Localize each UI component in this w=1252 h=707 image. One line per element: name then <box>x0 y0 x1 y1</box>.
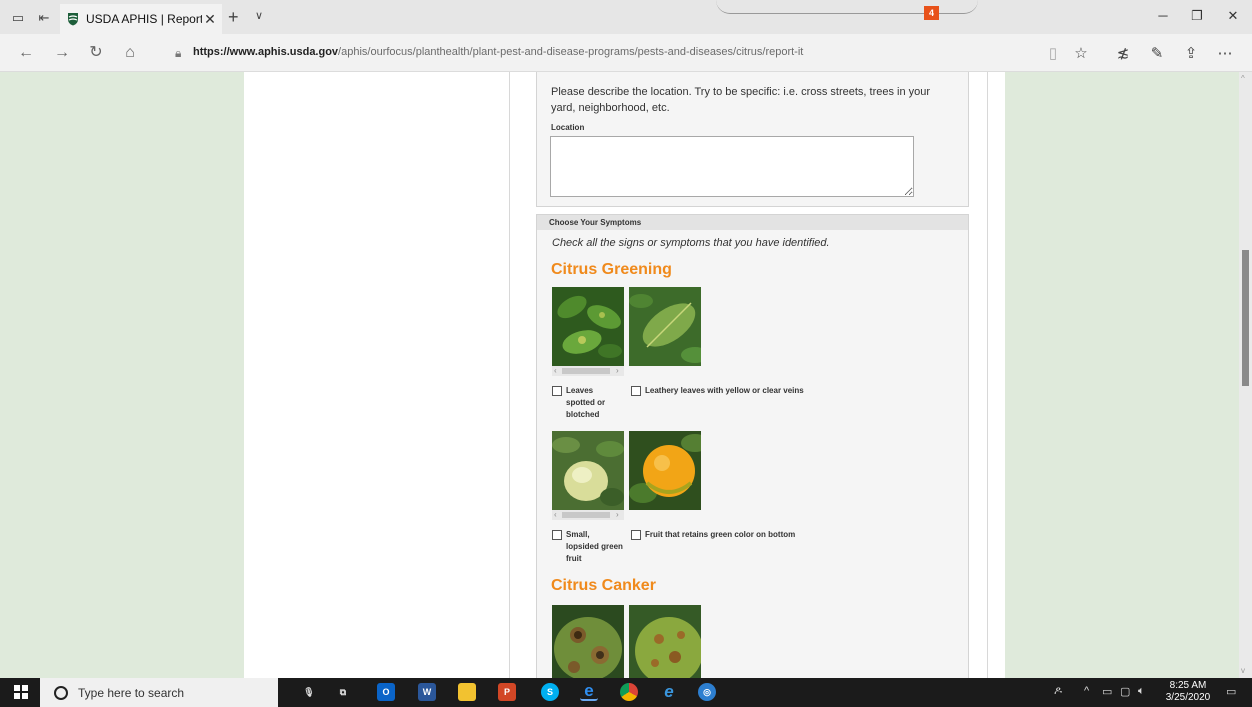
column-divider <box>509 72 510 678</box>
taskbar-search[interactable]: Type here to search <box>40 678 278 707</box>
checkbox[interactable] <box>552 530 562 540</box>
file-explorer-icon[interactable] <box>458 683 476 701</box>
url-path: /aphis/ourfocus/planthealth/plant-pest-a… <box>338 46 804 58</box>
cortana-icon <box>54 685 68 700</box>
checkbox[interactable] <box>552 386 562 396</box>
option-label: Small, lopsided green fruit <box>566 530 623 563</box>
outlook-icon[interactable]: O <box>377 683 395 701</box>
section-title-citrus-canker: Citrus Canker <box>551 577 656 594</box>
web-note-icon[interactable]: ✎ <box>1146 44 1168 62</box>
checkbox[interactable] <box>631 386 641 396</box>
favorites-hub-icon[interactable]: ≴ <box>1112 44 1134 62</box>
battery-icon[interactable]: ▭ <box>1102 685 1112 698</box>
scrollbar-thumb[interactable] <box>1242 250 1249 386</box>
clock-date: 3/25/2020 <box>1165 692 1211 703</box>
reading-view-icon[interactable]: ▯ <box>1042 44 1064 62</box>
option-leaves-spotted[interactable]: Leaves spotted or blotched <box>552 385 624 421</box>
notification-badge[interactable]: 4 <box>924 6 939 20</box>
app-icon[interactable]: ◎ <box>698 683 716 701</box>
new-tab-button[interactable]: + <box>228 8 239 26</box>
lock-icon: 🔒︎ <box>175 46 182 60</box>
powerpoint-icon[interactable]: P <box>498 683 516 701</box>
edge-icon[interactable]: e <box>580 681 598 701</box>
clock-time: 8:25 AM <box>1169 680 1207 691</box>
skype-icon[interactable]: S <box>541 683 559 701</box>
symptoms-instructions: Check all the signs or symptoms that you… <box>552 237 830 249</box>
option-leathery-leaves[interactable]: Leathery leaves with yellow or clear vei… <box>631 385 951 397</box>
checkbox[interactable] <box>631 530 641 540</box>
browser-tab-bar: ▭ ⇤ USDA APHIS | Report Si ✕ + ∨ 4 ─ ❐ ✕ <box>0 0 1252 34</box>
usda-shield-icon <box>68 13 78 26</box>
leathery-leaves-image[interactable] <box>629 287 701 366</box>
windows-taskbar: Type here to search 🎙︎ ⧉ O W P S e e ◎ ዶ… <box>0 678 1252 707</box>
tab-actions-icon[interactable]: ▭ <box>8 8 28 28</box>
search-placeholder: Type here to search <box>78 685 185 700</box>
tab-preview-chevron-icon[interactable]: ∨ <box>255 9 263 22</box>
column-divider <box>987 72 988 678</box>
task-view-icon[interactable]: ⧉ <box>334 683 352 701</box>
scroll-up-icon[interactable]: ^ <box>1241 74 1245 83</box>
url-field[interactable]: https://www.aphis.usda.gov/aphis/ourfocu… <box>193 46 803 58</box>
action-center-icon[interactable]: ▭ <box>1226 685 1236 698</box>
address-bar: ← → ↻ ⌂ 🔒︎ https://www.aphis.usda.gov/ap… <box>0 34 1252 72</box>
internet-explorer-icon[interactable]: e <box>660 682 678 701</box>
system-clock[interactable]: 8:25 AM 3/25/2020 <box>1158 680 1218 704</box>
windows-start-icon[interactable] <box>14 685 28 699</box>
favorite-star-icon[interactable]: ☆ <box>1070 44 1092 62</box>
forward-icon[interactable]: → <box>52 44 72 62</box>
back-icon[interactable]: ← <box>16 44 36 62</box>
tray-chevron-icon[interactable]: ^ <box>1084 685 1089 697</box>
set-tabs-aside-icon[interactable]: ⇤ <box>34 8 54 28</box>
option-label: Fruit that retains green color on bottom <box>645 530 796 539</box>
option-green-bottom-fruit[interactable]: Fruit that retains green color on bottom <box>631 529 951 541</box>
option-lopsided-fruit[interactable]: Small, lopsided green fruit <box>552 529 624 565</box>
option-label: Leathery leaves with yellow or clear vei… <box>645 386 804 395</box>
image-scrollbar[interactable]: ‹ › <box>552 510 624 520</box>
image-scrollbar[interactable]: ‹ › <box>552 366 624 376</box>
more-icon[interactable]: ⋯ <box>1214 44 1236 62</box>
word-icon[interactable]: W <box>418 683 436 701</box>
tab-close-icon[interactable]: ✕ <box>202 11 218 28</box>
url-domain: https://www.aphis.usda.gov <box>193 46 339 58</box>
lopsided-fruit-image[interactable]: ‹ › <box>552 431 624 521</box>
scroll-down-icon[interactable]: v <box>1241 666 1245 675</box>
canker-fruit-image[interactable] <box>629 605 701 678</box>
window-close-icon[interactable]: ✕ <box>1218 8 1248 24</box>
tab-title: USDA APHIS | Report Si <box>86 12 202 26</box>
maximize-icon[interactable]: ❐ <box>1182 8 1212 24</box>
browser-tab[interactable]: USDA APHIS | Report Si ✕ <box>60 4 222 34</box>
option-label: Leaves spotted or blotched <box>566 386 606 419</box>
location-input[interactable] <box>550 136 914 197</box>
location-label: Location <box>551 123 585 132</box>
chrome-icon[interactable] <box>620 683 638 701</box>
network-icon[interactable]: ▢ <box>1120 685 1130 698</box>
microphone-icon[interactable]: 🎙︎ <box>300 683 318 701</box>
refresh-icon[interactable]: ↻ <box>86 44 106 62</box>
canker-leaf-image[interactable] <box>552 605 624 678</box>
page-viewport: Please describe the location. Try to be … <box>0 72 1252 678</box>
section-title-citrus-greening: Citrus Greening <box>551 261 672 278</box>
green-bottom-fruit-image[interactable] <box>629 431 701 510</box>
home-icon[interactable]: ⌂ <box>120 44 140 62</box>
page-scrollbar[interactable]: ^ v <box>1239 72 1252 678</box>
people-icon[interactable]: ዶ <box>1054 685 1062 698</box>
leaves-spotted-image[interactable]: ‹ › <box>552 287 624 377</box>
volume-icon[interactable]: 🔈︎ <box>1138 685 1145 698</box>
share-icon[interactable]: ⇪ <box>1180 44 1202 62</box>
location-panel: Please describe the location. Try to be … <box>536 72 969 207</box>
minimize-icon[interactable]: ─ <box>1148 8 1178 23</box>
symptoms-panel: Choose Your Symptoms Check all the signs… <box>536 214 969 678</box>
symptoms-header: Choose Your Symptoms <box>537 215 968 230</box>
location-description: Please describe the location. Try to be … <box>551 86 931 114</box>
